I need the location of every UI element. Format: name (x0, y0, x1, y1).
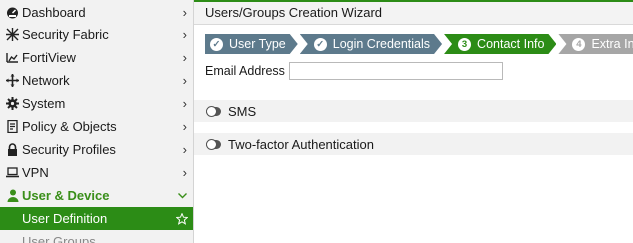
fortiview-icon (6, 46, 19, 69)
sms-label: SMS (228, 103, 257, 119)
gear-icon (6, 92, 19, 115)
chevron-right-icon: › (182, 142, 187, 157)
chevron-right-icon: › (182, 50, 187, 65)
chevron-right-icon: › (182, 27, 187, 42)
chevron-right-icon: › (182, 73, 187, 88)
sidebar-item-policy-objects[interactable]: Policy & Objects › (0, 115, 193, 138)
vpn-icon (6, 161, 19, 184)
sidebar-item-system[interactable]: System › (0, 92, 193, 115)
chevron-right-icon: › (182, 5, 187, 20)
network-icon (6, 69, 19, 92)
sidebar-item-label: User Definition (22, 211, 108, 226)
sidebar-item-fortiview[interactable]: FortiView › (0, 46, 193, 69)
step-login-credentials[interactable]: ✓ Login Credentials (300, 34, 442, 54)
email-row: Email Address (205, 61, 503, 81)
sidebar-item-label: Security Fabric (22, 27, 109, 42)
step-label: Login Credentials (332, 37, 431, 51)
chevron-right-icon: › (182, 119, 187, 134)
step-user-type[interactable]: ✓ User Type (205, 34, 298, 54)
sidebar-item-label: VPN (22, 165, 49, 180)
sidebar-item-user-definition[interactable]: User Definition (0, 207, 193, 230)
sidebar-item-security-profiles[interactable]: Security Profiles › (0, 138, 193, 161)
email-label: Email Address (205, 64, 285, 78)
step-number-badge: 3 (458, 38, 471, 51)
sms-toggle[interactable] (206, 105, 221, 117)
sms-section: SMS (194, 100, 633, 122)
chevron-right-icon: › (182, 165, 187, 180)
chevron-right-icon: › (182, 96, 187, 111)
step-extra-info[interactable]: 4 Extra Info (558, 34, 633, 54)
sidebar-item-label: Policy & Objects (22, 119, 117, 134)
two-factor-toggle[interactable] (206, 138, 221, 150)
sidebar-item-security-fabric[interactable]: Security Fabric › (0, 23, 193, 46)
sidebar-item-label: Security Profiles (22, 142, 116, 157)
two-factor-section: Two-factor Authentication (194, 133, 633, 155)
sidebar-item-label: Network (22, 73, 70, 88)
step-contact-info[interactable]: 3 Contact Info (444, 34, 556, 54)
lock-icon (6, 138, 19, 161)
wizard-panel: Users/Groups Creation Wizard ✓ User Type… (194, 0, 633, 243)
step-label: Contact Info (477, 37, 545, 51)
sidebar-item-user-groups[interactable]: User Groups (0, 230, 193, 243)
chevron-down-icon (178, 184, 187, 207)
sidebar-item-dashboard[interactable]: Dashboard › (0, 1, 193, 24)
check-icon: ✓ (210, 38, 223, 51)
step-number-badge: 4 (572, 38, 585, 51)
two-factor-label: Two-factor Authentication (228, 136, 374, 152)
sidebar-item-network[interactable]: Network › (0, 69, 193, 92)
user-icon (6, 184, 19, 207)
star-icon[interactable] (176, 207, 188, 230)
sidebar-item-user-device[interactable]: User & Device (0, 184, 193, 207)
sidebar-item-label: User Groups (22, 234, 96, 243)
security-fabric-icon (6, 23, 19, 46)
wizard-steps: ✓ User Type ✓ Login Credentials 3 Contac… (205, 34, 633, 54)
sidebar-item-label: System (22, 96, 66, 111)
check-icon: ✓ (314, 38, 327, 51)
step-label: Extra Info (591, 37, 633, 51)
page-title: Users/Groups Creation Wizard (194, 2, 633, 25)
sidebar-item-vpn[interactable]: VPN › (0, 161, 193, 184)
sidebar-item-label: FortiView (22, 50, 76, 65)
step-label: User Type (229, 37, 286, 51)
dashboard-icon (6, 1, 19, 24)
sidebar-item-label: User & Device (22, 188, 110, 203)
sidebar: Dashboard › Security Fabric › FortiView … (0, 0, 194, 243)
sidebar-item-label: Dashboard (22, 5, 86, 20)
policy-icon (6, 115, 19, 138)
email-field[interactable] (289, 62, 503, 80)
